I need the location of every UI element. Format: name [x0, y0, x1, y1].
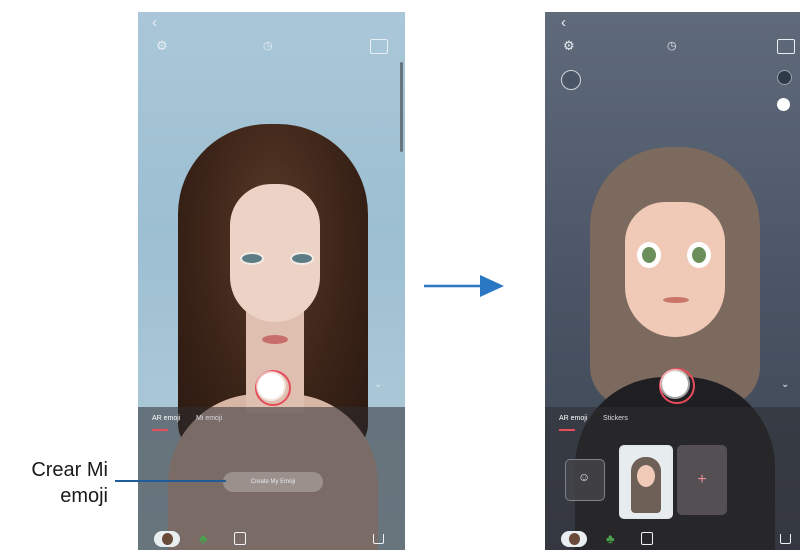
active-tab-indicator — [559, 429, 575, 431]
person-icon[interactable] — [777, 98, 790, 111]
clover-icon[interactable]: ♣ — [199, 532, 211, 545]
callout-label: Crear Mi emoji — [0, 457, 108, 509]
shutter-button[interactable] — [258, 373, 284, 399]
tab-stickers[interactable]: Stickers — [603, 415, 628, 422]
active-tab-indicator — [152, 429, 168, 431]
add-emoji-button[interactable]: + — [677, 445, 727, 515]
share-icon[interactable] — [780, 534, 791, 544]
emoji-card-selected[interactable] — [619, 445, 673, 519]
callout-line-1: Crear Mi — [31, 459, 108, 481]
gear-icon[interactable]: ⚙ — [563, 39, 575, 53]
sticker-icon[interactable] — [234, 532, 246, 545]
aspect-ratio-icon[interactable] — [777, 39, 795, 54]
timer-off-icon[interactable]: ◷ — [667, 39, 677, 53]
transition-arrow — [424, 275, 504, 297]
clover-icon[interactable]: ♣ — [606, 532, 618, 545]
callout-line-2: emoji — [60, 485, 108, 507]
plus-icon: + — [697, 471, 707, 488]
shutter-button[interactable] — [662, 371, 688, 397]
share-icon[interactable] — [373, 534, 384, 544]
chevron-down-icon[interactable]: ⌄ — [781, 379, 789, 390]
filter-icon[interactable] — [561, 70, 581, 90]
back-arrow-icon[interactable]: ‹ — [152, 15, 157, 30]
mode-ar-emoji-thumb[interactable] — [154, 531, 180, 547]
create-my-emoji-button[interactable]: Create My Emoji — [223, 472, 323, 492]
back-arrow-icon[interactable]: ‹ — [561, 15, 566, 30]
callout-leader-line — [115, 480, 226, 482]
scrollbar[interactable] — [400, 62, 403, 152]
emoji-panel: AR emoji Mi emoji Create My Emoji — [138, 407, 405, 550]
camera-screen-before: ‹ ⚙ ◷ ⌄ AR emoji Mi emoji Create My Emoj… — [138, 12, 405, 550]
tab-ar-emoji[interactable]: AR emoji — [152, 415, 180, 422]
emoji-card-default[interactable]: ☺ — [565, 459, 605, 501]
camera-screen-after: ‹ ⚙ ◷ ⌄ AR emoji Stickers ☺ + ♣ — [545, 12, 800, 550]
chevron-down-icon[interactable]: ⌄ — [374, 379, 382, 390]
tab-mi-emoji[interactable]: Mi emoji — [196, 415, 222, 422]
gear-icon[interactable]: ⚙ — [156, 39, 168, 53]
aspect-ratio-icon[interactable] — [370, 39, 388, 54]
sticker-icon[interactable] — [641, 532, 653, 545]
person-icon[interactable] — [777, 70, 792, 85]
face-icon: ☺ — [578, 470, 591, 484]
tab-ar-emoji[interactable]: AR emoji — [559, 415, 587, 422]
mode-ar-emoji-thumb[interactable] — [561, 531, 587, 547]
timer-off-icon[interactable]: ◷ — [263, 39, 273, 53]
